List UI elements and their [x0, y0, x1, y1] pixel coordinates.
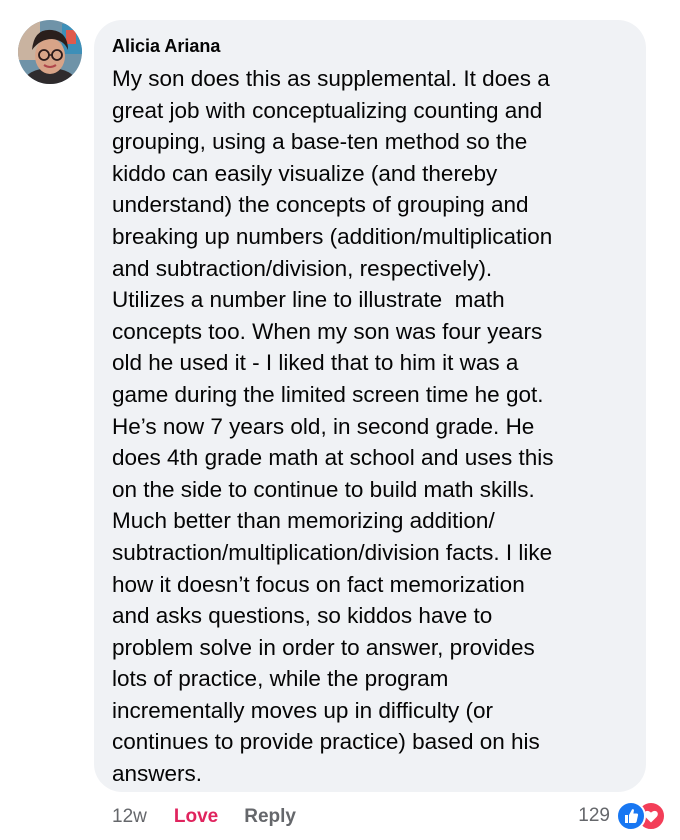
comment-text-line: and subtraction/division, respectively). [112, 255, 493, 281]
comment-text-line: concepts too. When my son was four years [112, 318, 543, 344]
comment-text: My son does this as supplemental. It doe… [112, 63, 632, 790]
comment-bubble: Alicia Ariana My son does this as supple… [94, 20, 646, 792]
comment-text-line: and asks questions, so kiddos have to [112, 603, 493, 629]
comment-text-line: great job with conceptualizing counting … [112, 97, 543, 123]
comment-text-line: understand) the concepts of grouping and [112, 192, 529, 218]
comment-text-line: on the side to continue to build math sk… [112, 476, 535, 502]
comment-text-line: He’s now 7 years old, in second grade. H… [112, 413, 535, 439]
comment-timestamp[interactable]: 12w [112, 806, 147, 828]
reaction-count[interactable]: 129 [578, 805, 610, 827]
comment-text-line: breaking up numbers (addition/multiplica… [112, 223, 553, 249]
comment-text-line: kiddo can easily visualize (and thereby [112, 160, 498, 186]
comment-text-line: problem solve in order to answer, provid… [112, 634, 535, 660]
reply-button[interactable]: Reply [244, 806, 296, 828]
comment-text-line: Much better than memorizing addition/ [112, 508, 495, 534]
love-reaction-button[interactable]: Love [174, 806, 218, 828]
comment-text-line: continues to provide practice) based on … [112, 729, 540, 755]
comment-author[interactable]: Alicia Ariana [112, 35, 632, 57]
comment-text-line: Utilizes a number line to illustrate mat… [112, 287, 505, 313]
comment-text-line: subtraction/multiplication/division fact… [112, 539, 553, 565]
avatar-image [18, 20, 82, 84]
comment-text-line: grouping, using a base-ten method so the [112, 129, 528, 155]
comment-text-line: lots of practice, while the program [112, 666, 449, 692]
reaction-icons[interactable] [616, 801, 666, 831]
comment-text-line: My son does this as supplemental. It doe… [112, 66, 550, 91]
like-icon [616, 801, 646, 831]
comment-text-line: incrementally moves up in difficulty (or [112, 697, 493, 723]
comment-text-line: game during the limited screen time he g… [112, 381, 544, 407]
comment-actions: 12w Love Reply [112, 804, 296, 830]
comment-text-line: answers. [112, 761, 203, 787]
avatar[interactable] [18, 20, 82, 84]
comment-text-line: does 4th grade math at school and uses t… [112, 445, 554, 471]
comment-text-line: old he used it - I liked that to him it … [112, 350, 519, 376]
reactions-summary[interactable]: 129 [578, 801, 666, 831]
comment-text-line: how it doesn’t focus on fact memorizatio… [112, 571, 525, 597]
